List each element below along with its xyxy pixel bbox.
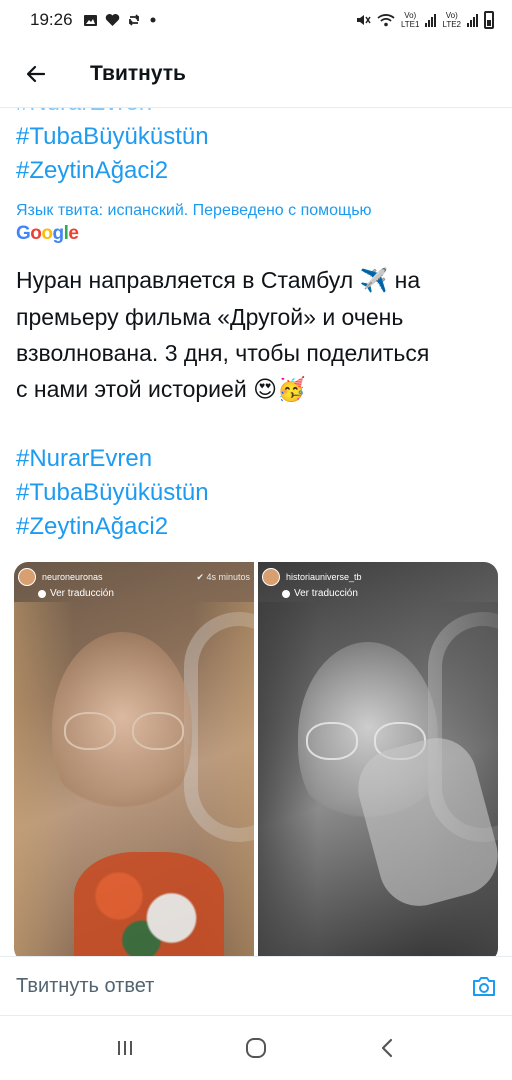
- retweet-icon: [128, 14, 139, 26]
- google-logo: Google: [16, 223, 79, 244]
- media-photo-right[interactable]: historiauniverse_tb Ver traducción: [258, 562, 498, 956]
- story-header: neuroneuronas ✔ 4s minutos: [18, 568, 250, 586]
- tweet-text-line: с нами этой историей 😍🥳: [16, 371, 496, 408]
- reply-bar: Твитнуть ответ: [0, 956, 512, 1016]
- tweet-text-segment: с нами этой историей: [16, 376, 247, 402]
- plane-emoji: ✈️: [359, 268, 389, 294]
- arrow-left-icon: [26, 65, 46, 82]
- status-time: 19:26: [30, 10, 73, 29]
- battery-icon: [484, 11, 494, 29]
- dot-icon: [150, 17, 156, 23]
- camera-icon: [473, 977, 495, 996]
- system-icons: Vo) LTE1 Vo) LTE2: [355, 11, 494, 29]
- hashtag-link[interactable]: #TubaBüyüküstün: [16, 476, 496, 510]
- notification-icons: [83, 13, 156, 28]
- media-photo-left[interactable]: neuroneuronas ✔ 4s minutos Ver traducció…: [14, 562, 254, 956]
- tweet-content: #NurarEvren #TubaBüyüküstün #ZeytinAğaci…: [0, 86, 512, 956]
- tweet-text: Нуран направляется в Стамбул ✈️ на премь…: [0, 246, 512, 544]
- heart-icon: [105, 14, 119, 26]
- status-bar: 19:26 Vo) LTE1 Vo) LTE2: [0, 0, 512, 40]
- wifi-icon: [377, 14, 395, 27]
- tweet-media: neuroneuronas ✔ 4s minutos Ver traducció…: [14, 562, 498, 956]
- sim2-label: Vo) LTE2: [442, 11, 461, 29]
- top-app-bar: Твитнуть: [0, 40, 512, 108]
- reply-input[interactable]: Твитнуть ответ: [16, 975, 470, 998]
- signal-2-icon: [467, 13, 478, 27]
- back-button[interactable]: [0, 40, 72, 108]
- story-translate-label: Ver traducción: [38, 588, 114, 599]
- sim1-label: Vo) LTE1: [401, 11, 420, 29]
- tweet-text-line: премьеру фильма «Другой» и очень: [16, 304, 404, 330]
- emoji-end: 😍🥳: [253, 377, 306, 403]
- avatar: [18, 568, 36, 586]
- story-time: 4s minutos: [206, 571, 250, 582]
- story-username: historiauniverse_tb: [286, 572, 362, 582]
- verified-icon: ✔: [196, 571, 204, 582]
- story-username: neuroneuronas: [42, 572, 103, 582]
- translation-note[interactable]: Язык твита: испанский. Переведено с помо…: [0, 200, 512, 222]
- home-icon: [245, 1038, 266, 1058]
- tweet-text-segment: Нуран направляется в Стамбул: [16, 267, 354, 293]
- story-translate-label: Ver traducción: [282, 588, 358, 599]
- page-title: Твитнуть: [90, 61, 186, 85]
- hashtag-link[interactable]: #ZeytinAğaci2: [16, 510, 496, 544]
- home-button[interactable]: [236, 1028, 276, 1068]
- avatar: [262, 568, 280, 586]
- recents-button[interactable]: [105, 1028, 145, 1068]
- sim2-label-top: Vo): [445, 11, 458, 20]
- recents-icon: [118, 1041, 133, 1055]
- glasses: [64, 712, 184, 752]
- tweet-text-segment: на: [388, 267, 421, 293]
- story-meta: ✔ 4s minutos: [196, 572, 250, 583]
- hashtag-link[interactable]: #TubaBüyüküstün: [0, 120, 512, 154]
- system-nav-bar: [0, 1016, 512, 1080]
- story-header: historiauniverse_tb: [262, 568, 494, 586]
- tweet-text-line: взволнована. 3 дня, чтобы поделиться: [16, 340, 430, 366]
- camera-button[interactable]: [470, 972, 498, 1000]
- sim2-label-bottom: LTE2: [442, 20, 461, 29]
- system-back-button[interactable]: [367, 1028, 407, 1068]
- hashtag-link[interactable]: #NurarEvren: [16, 442, 496, 476]
- sim1-label-top: Vo): [404, 11, 417, 20]
- back-icon: [381, 1038, 392, 1058]
- mute-icon: [356, 15, 371, 25]
- hashtag-link[interactable]: #ZeytinAğaci2: [0, 154, 512, 188]
- sim1-label-bottom: LTE1: [400, 20, 420, 29]
- tweet-text-line: Нуран направляется в Стамбул ✈️ на: [16, 262, 496, 299]
- signal-1-icon: [425, 13, 437, 27]
- image-icon: [83, 14, 97, 26]
